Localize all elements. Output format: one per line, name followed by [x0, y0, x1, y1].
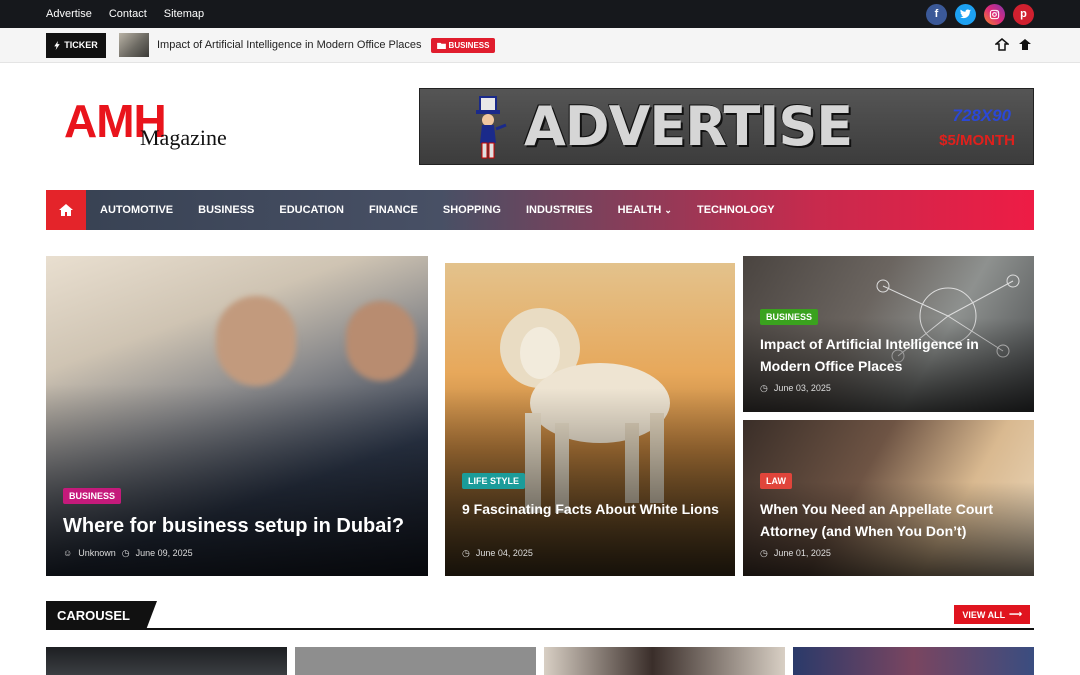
post-date: June 09, 2025 — [135, 548, 193, 558]
instagram-icon[interactable] — [984, 3, 1005, 25]
post-meta: ◷ June 01, 2025 — [760, 548, 831, 559]
post-author[interactable]: Unknown — [78, 548, 116, 559]
post-image-person — [346, 301, 416, 381]
advertise-banner[interactable]: ADVERTISE HERE! 728X90 $5/MONTH — [419, 88, 1034, 165]
carousel-item[interactable] — [793, 647, 1034, 675]
ad-price: $5/MONTH — [939, 132, 1015, 149]
carousel-item[interactable] — [295, 647, 536, 675]
nav-item-shopping[interactable]: SHOPPING — [443, 204, 501, 216]
logo-sub-text: Magazine — [140, 125, 227, 150]
carousel-item[interactable] — [544, 647, 785, 675]
ad-title: ADVERTISE HERE! — [524, 95, 853, 158]
category-badge[interactable]: BUSINESS — [760, 309, 819, 325]
post-date: June 04, 2025 — [475, 548, 533, 558]
carousel-item[interactable] — [46, 647, 287, 675]
nav-item-health-label: HEALTH — [617, 204, 662, 216]
featured-post-large[interactable]: BUSINESS Where for business setup in Dub… — [46, 256, 428, 576]
view-all-label: VIEW ALL — [962, 609, 1006, 620]
featured-post-middle[interactable]: LIFE STYLE 9 Fascinating Facts About Whi… — [445, 263, 735, 576]
ticker-label: TICKER — [46, 32, 106, 58]
contact-link[interactable]: Contact — [109, 8, 147, 20]
featured-post-bottom-right[interactable]: LAW When You Need an Appellate Court Att… — [743, 420, 1034, 576]
nav-item-automotive[interactable]: AUTOMOTIVE — [100, 204, 173, 216]
post-title[interactable]: 9 Fascinating Facts About White Lions — [462, 498, 722, 520]
section-title: CAROUSEL — [46, 601, 146, 630]
author-icon: ☺ — [63, 548, 73, 558]
ticker-category-badge[interactable]: BUSINESS — [430, 37, 496, 53]
category-badge[interactable]: LAW — [760, 473, 792, 489]
nav-item-technology[interactable]: TECHNOLOGY — [697, 204, 775, 216]
home-icon — [59, 204, 73, 216]
top-bar: Advertise Contact Sitemap f p — [0, 0, 1080, 28]
post-date: June 01, 2025 — [773, 548, 831, 558]
social-links: f p — [926, 3, 1034, 25]
clock-icon: ◷ — [121, 548, 130, 558]
post-title[interactable]: Where for business setup in Dubai? — [63, 515, 423, 537]
clock-icon: ◷ — [462, 548, 470, 558]
category-badge[interactable]: BUSINESS — [63, 488, 122, 504]
nav-item-industries[interactable]: INDUSTRIES — [526, 204, 593, 216]
nav-item-education[interactable]: EDUCATION — [279, 204, 344, 216]
advertise-link[interactable]: Advertise — [46, 8, 92, 20]
post-date: June 03, 2025 — [773, 383, 831, 393]
section-title-tab — [146, 601, 157, 630]
uncle-sam-figure-icon — [476, 96, 507, 159]
nav-item-business[interactable]: BUSINESS — [198, 204, 254, 216]
sitemap-link[interactable]: Sitemap — [164, 8, 204, 20]
twitter-icon[interactable] — [955, 3, 976, 25]
ticker-bar: TICKER Impact of Artificial Intelligence… — [0, 28, 1080, 63]
facebook-icon[interactable]: f — [926, 3, 947, 25]
clock-icon: ◷ — [760, 383, 768, 393]
ticker-nav — [995, 38, 1032, 51]
top-links: Advertise Contact Sitemap — [46, 8, 204, 20]
post-title[interactable]: Impact of Artificial Intelligence in Mod… — [760, 333, 1020, 377]
post-meta: ☺ Unknown ◷ June 09, 2025 — [63, 548, 193, 559]
nav-items: AUTOMOTIVE BUSINESS EDUCATION FINANCE SH… — [100, 204, 775, 216]
folder-icon — [436, 42, 446, 49]
ticker-thumbnail[interactable] — [119, 33, 149, 57]
next-icon[interactable] — [1018, 38, 1032, 51]
ticker-badge-label: BUSINESS — [448, 40, 490, 50]
main-nav: AUTOMOTIVE BUSINESS EDUCATION FINANCE SH… — [46, 190, 1034, 230]
category-badge[interactable]: LIFE STYLE — [462, 473, 526, 489]
bolt-icon — [54, 40, 60, 50]
view-all-button[interactable]: VIEW ALL ⟶ — [954, 605, 1030, 624]
nav-item-health[interactable]: HEALTH ⌄ — [618, 204, 672, 216]
ticker-label-text: TICKER — [64, 40, 98, 50]
ad-size: 728X90 — [952, 106, 1011, 125]
nav-item-finance[interactable]: FINANCE — [369, 204, 418, 216]
featured-post-top-right[interactable]: BUSINESS Impact of Artificial Intelligen… — [743, 256, 1034, 412]
previous-icon[interactable] — [995, 38, 1009, 51]
post-image — [216, 296, 296, 386]
post-meta: ◷ June 04, 2025 — [462, 548, 533, 559]
home-button[interactable] — [46, 190, 86, 230]
pinterest-icon[interactable]: p — [1013, 3, 1034, 25]
arrow-right-icon: ⟶ — [1009, 609, 1022, 619]
clock-icon: ◷ — [760, 548, 768, 558]
post-title[interactable]: When You Need an Appellate Court Attorne… — [760, 498, 1030, 542]
ticker-headline[interactable]: Impact of Artificial Intelligence in Mod… — [157, 39, 422, 51]
post-meta: ◷ June 03, 2025 — [760, 383, 831, 394]
site-logo[interactable]: AMH Magazine — [64, 97, 244, 153]
chevron-down-icon: ⌄ — [664, 205, 672, 215]
carousel-section-header: CAROUSEL VIEW ALL ⟶ — [46, 601, 1034, 630]
